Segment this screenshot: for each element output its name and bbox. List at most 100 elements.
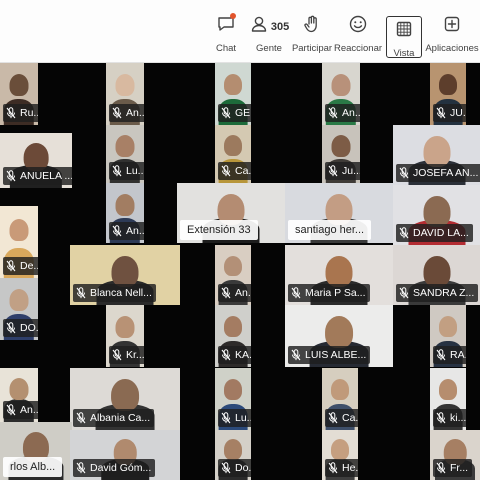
participant-name-tag: ANUELA ... — [3, 167, 72, 185]
participant-face — [423, 195, 450, 227]
smiley-icon — [348, 14, 368, 39]
participant-face — [439, 74, 457, 95]
mic-off-icon — [112, 349, 122, 361]
participant-tile[interactable]: Extensión 33 — [177, 183, 285, 243]
participant-tile[interactable]: Ju... — [322, 125, 360, 183]
participant-tile[interactable]: An... — [0, 368, 38, 422]
participant-name-tag: Do... — [218, 459, 251, 477]
participant-tile[interactable]: RA... — [430, 305, 466, 367]
participant-face — [9, 74, 29, 96]
participant-tile[interactable]: SANDRA Z... — [393, 245, 480, 305]
mic-off-icon — [76, 287, 86, 299]
participant-name-tag: GE... — [218, 104, 251, 122]
participant-tile[interactable]: An... — [322, 63, 360, 125]
apps-button[interactable]: Aplicaciones — [425, 14, 479, 60]
participant-name: Extensión 33 — [187, 224, 251, 236]
participant-name: Albania Ca... — [90, 412, 151, 424]
participant-tile[interactable]: An... — [215, 245, 251, 305]
mic-off-icon — [112, 225, 122, 237]
participant-tile[interactable]: He... — [322, 430, 358, 480]
mic-off-icon — [6, 260, 16, 272]
participant-name: An... — [126, 107, 144, 119]
participant-name-tag: RA... — [433, 346, 466, 364]
people-button[interactable]: 305 Gente — [251, 14, 290, 60]
mic-off-icon — [436, 349, 446, 361]
add-app-icon — [442, 14, 462, 39]
participant-name-tag: Lu... — [109, 162, 144, 180]
participant-tile[interactable]: GE... — [215, 63, 251, 125]
participant-tile[interactable]: Maria P Sa... — [285, 245, 393, 305]
participant-name-tag: De... — [3, 257, 38, 275]
participant-name: DO... — [20, 322, 38, 334]
participant-tile[interactable]: DAVID LA... — [393, 185, 480, 245]
chat-label: Chat — [215, 43, 237, 54]
participant-name-tag: SANDRA Z... — [396, 284, 479, 302]
mic-off-icon — [112, 165, 122, 177]
participant-tile[interactable]: Do... — [215, 430, 251, 480]
participant-name-tag: JU... — [433, 104, 466, 122]
participant-face — [331, 439, 349, 460]
participant-name: Ca... — [235, 165, 251, 177]
chat-button[interactable]: Chat — [214, 13, 238, 60]
participant-name-tag: An... — [325, 104, 360, 122]
participant-face — [111, 255, 139, 287]
participant-name-tag: An... — [3, 401, 38, 419]
participant-tile[interactable]: JU... — [430, 63, 466, 125]
meeting-toolbar: Chat 305 Gente Participar Reaccionar Vis… — [0, 0, 480, 63]
mic-off-icon — [6, 322, 16, 334]
participant-tile[interactable]: LUIS ALBE... — [285, 305, 393, 367]
participant-face — [331, 379, 349, 400]
grid-view-icon — [394, 19, 414, 44]
participant-name-tag: He... — [325, 459, 358, 477]
participant-tile[interactable]: Ca... — [322, 368, 358, 430]
participant-tile[interactable]: ki... — [430, 368, 466, 430]
participant-tile[interactable]: David Góm... — [70, 430, 180, 480]
participant-name: Kr... — [126, 349, 144, 361]
participant-name-tag: Ca... — [218, 162, 251, 180]
mic-off-icon — [291, 287, 301, 299]
mic-off-icon — [6, 107, 16, 119]
participant-face — [115, 74, 135, 96]
participant-tile[interactable]: Ru... — [0, 63, 38, 125]
participant-tile[interactable]: Ca... — [215, 125, 251, 183]
react-button[interactable]: Reaccionar — [334, 14, 382, 60]
participant-tile[interactable]: An... — [106, 63, 144, 125]
participant-name-tag: DAVID LA... — [396, 224, 473, 242]
participant-name: De... — [20, 260, 38, 272]
participant-name-tag: Maria P Sa... — [288, 284, 370, 302]
participant-name: ANUELA ... — [20, 170, 72, 182]
participant-tile[interactable]: De... — [0, 206, 38, 278]
participant-name: Do... — [235, 462, 251, 474]
participant-name: Lu... — [235, 412, 251, 424]
participant-face — [9, 218, 29, 241]
participant-name-tag: santiago her... — [288, 220, 372, 240]
participant-tile[interactable]: DO... — [0, 278, 38, 340]
participant-name: Ru... — [20, 107, 38, 119]
mic-off-icon — [6, 170, 16, 182]
view-button[interactable]: Vista — [386, 16, 422, 59]
participant-tile[interactable]: Albania Ca... — [70, 368, 180, 430]
participant-name: SANDRA Z... — [413, 287, 475, 299]
participant-face — [115, 316, 135, 338]
participant-name-tag: rlos Alb... — [3, 457, 63, 477]
participant-tile[interactable]: Lu... — [215, 368, 251, 430]
participant-tile[interactable]: Blanca Nell... — [70, 245, 180, 305]
participant-tile[interactable]: An... — [106, 183, 144, 243]
participant-tile[interactable]: KA... — [215, 305, 251, 367]
participant-tile[interactable]: Kr... — [106, 305, 144, 367]
participant-tile[interactable]: santiago her... — [285, 183, 393, 243]
participant-tile[interactable]: JOSEFA AN... — [393, 125, 480, 185]
mic-off-icon — [399, 227, 409, 239]
participant-name: KA... — [235, 349, 251, 361]
raise-hand-label: Participar — [291, 43, 333, 54]
raise-hand-button[interactable]: Participar — [291, 14, 333, 60]
participant-tile[interactable]: Fr... — [430, 430, 480, 480]
participant-face — [224, 379, 242, 400]
participant-name: LUIS ALBE... — [305, 349, 367, 361]
participant-tile[interactable]: Lu... — [106, 125, 144, 183]
participant-tile[interactable]: ANUELA ... — [0, 133, 72, 188]
video-gallery: Ru... An... GE... An... JU... ANUELA ... Lu...… — [0, 63, 480, 480]
mic-off-icon — [436, 462, 446, 474]
people-count: 305 — [270, 20, 290, 33]
participant-tile[interactable]: rlos Alb... — [0, 422, 72, 480]
